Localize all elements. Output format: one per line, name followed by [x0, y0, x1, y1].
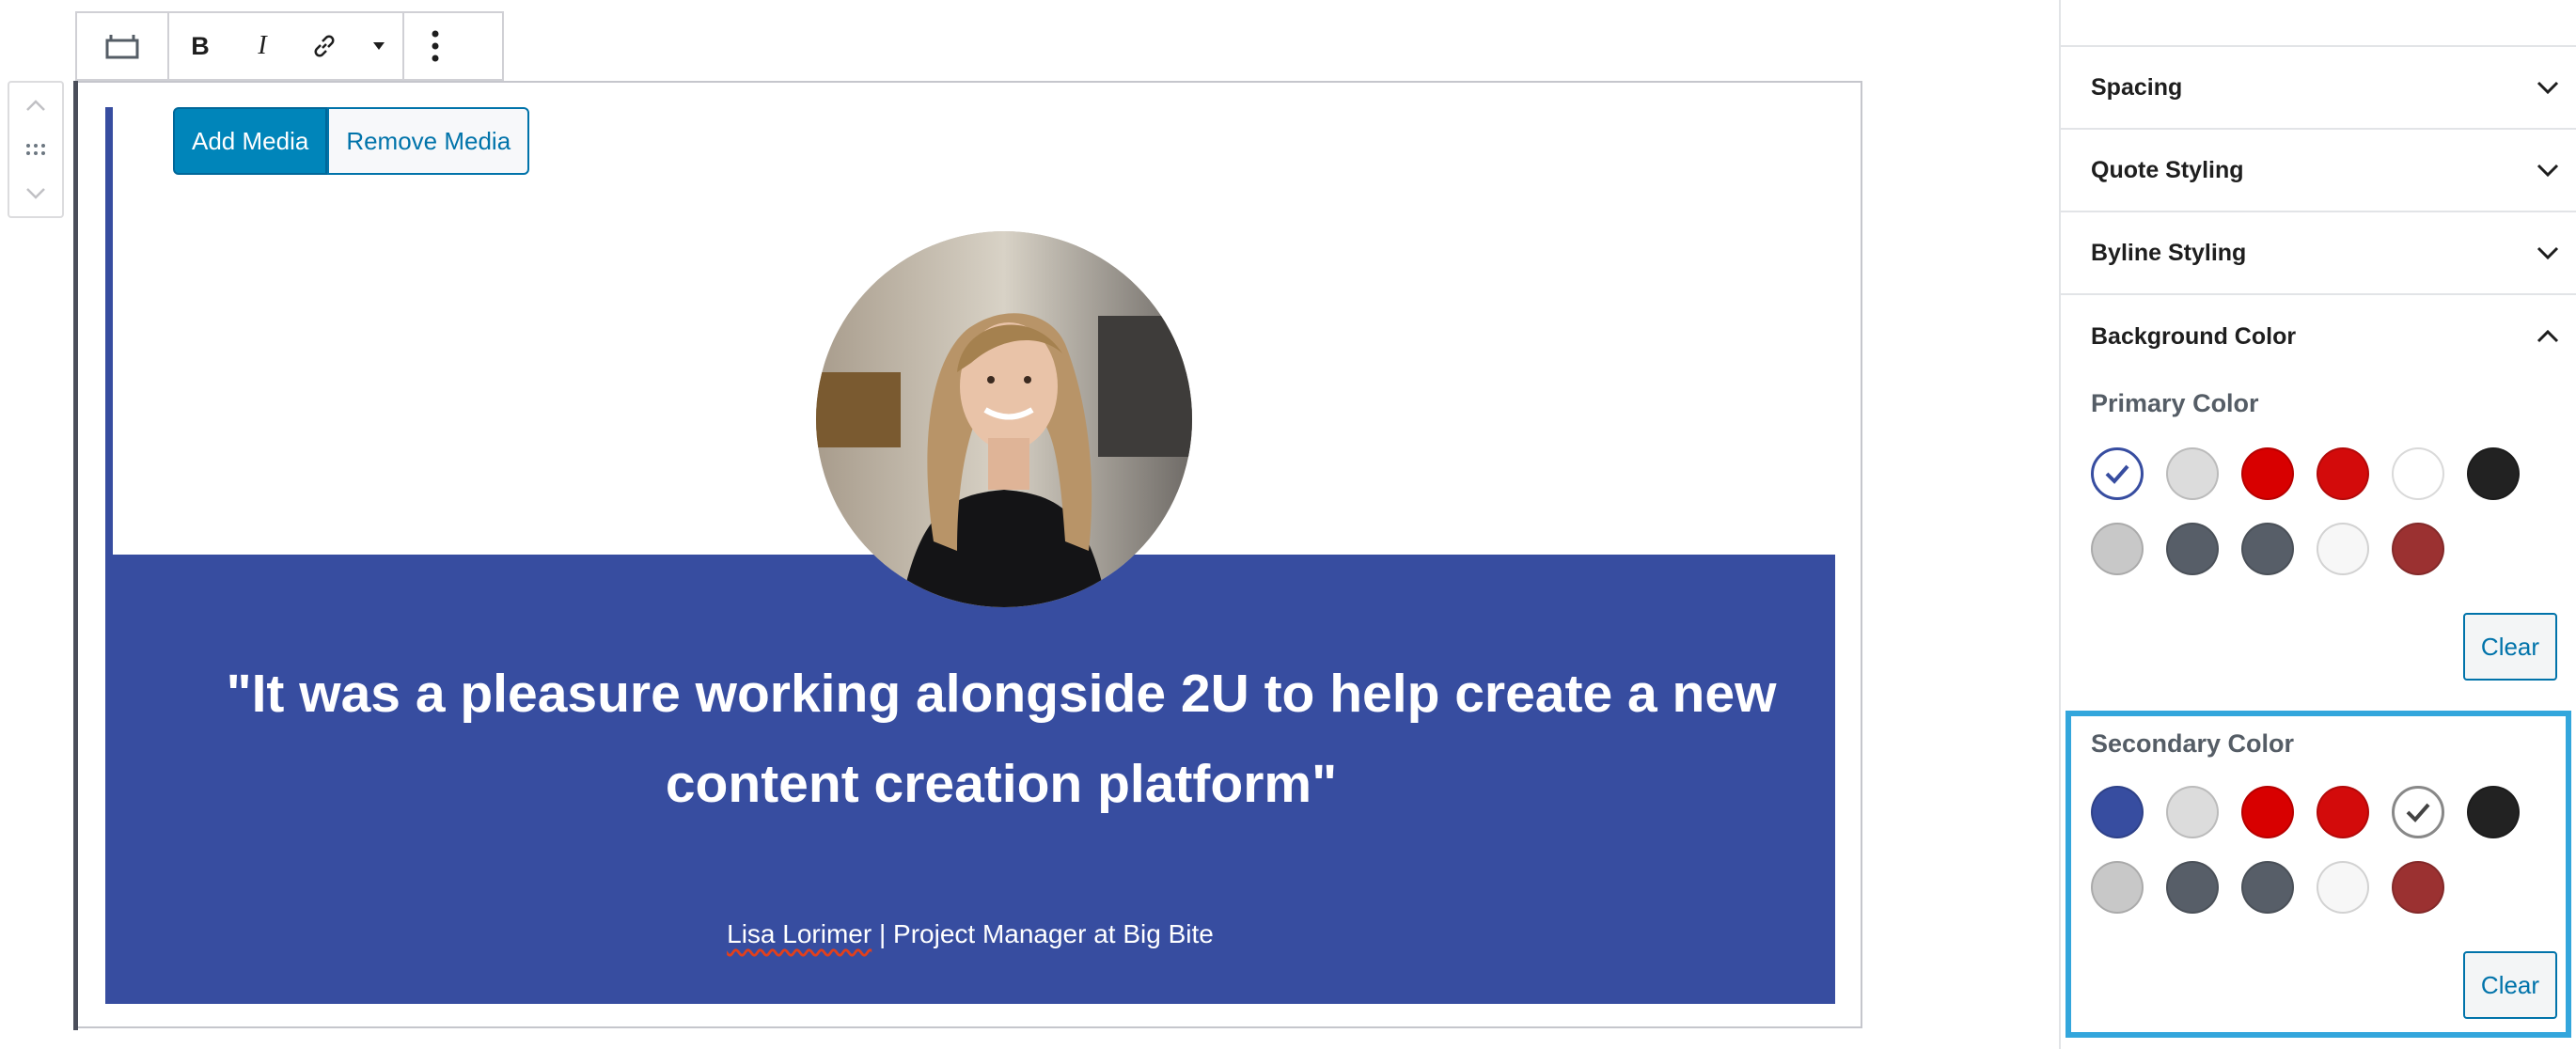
panel-spacing-label: Spacing [2091, 73, 2183, 101]
primary-color-swatch[interactable] [2317, 523, 2369, 575]
primary-color-swatch[interactable] [2317, 447, 2369, 500]
chevron-down-icon [2537, 81, 2559, 95]
panel-background-color[interactable]: Background Color [2061, 295, 2576, 378]
secondary-color-swatch[interactable] [2392, 786, 2444, 838]
secondary-color-swatch[interactable] [2241, 861, 2294, 914]
primary-color-swatch[interactable] [2091, 447, 2144, 500]
secondary-color-swatch[interactable] [2166, 786, 2219, 838]
chevron-down-icon [2537, 164, 2559, 178]
sidebar-top [2061, 0, 2576, 47]
byline-name: Lisa Lorimer [727, 919, 872, 948]
primary-color-swatch[interactable] [2241, 447, 2294, 500]
italic-button[interactable]: I [231, 13, 293, 79]
secondary-color-palette [2091, 786, 2520, 914]
chevron-up-icon [26, 99, 45, 111]
secondary-color-swatch[interactable] [2241, 786, 2294, 838]
secondary-color-swatch[interactable] [2467, 786, 2520, 838]
move-up-button[interactable] [17, 88, 55, 122]
drag-handle[interactable] [17, 133, 55, 166]
block-type-group [77, 13, 169, 79]
more-options-button[interactable] [404, 13, 466, 79]
checkmark-icon [2406, 803, 2430, 822]
secondary-color-swatch[interactable] [2392, 861, 2444, 914]
primary-color-swatch[interactable] [2241, 523, 2294, 575]
secondary-color-swatch[interactable] [2317, 861, 2369, 914]
panel-spacing[interactable]: Spacing [2061, 47, 2576, 130]
byline[interactable]: Lisa Lorimer | Project Manager at Big Bi… [105, 919, 1835, 949]
panel-background-color-label: Background Color [2091, 322, 2297, 350]
panel-quote-styling[interactable]: Quote Styling [2061, 130, 2576, 212]
italic-label: I [258, 31, 267, 60]
portrait-image [816, 231, 1192, 607]
media-buttons: Add Media Remove Media [173, 107, 530, 175]
secondary-color-swatch[interactable] [2091, 861, 2144, 914]
primary-color-swatch[interactable] [2166, 523, 2219, 575]
quote-accent-bar [105, 107, 113, 558]
link-button[interactable] [293, 13, 355, 79]
bold-button[interactable]: B [169, 13, 231, 79]
chevron-down-icon [26, 188, 45, 200]
primary-clear-button[interactable]: Clear [2463, 613, 2557, 681]
chevron-down-icon [2537, 246, 2559, 260]
secondary-color-swatch[interactable] [2317, 786, 2369, 838]
format-group: B I [169, 13, 404, 79]
panel-quote-styling-label: Quote Styling [2091, 156, 2244, 183]
checkmark-icon [2105, 464, 2129, 484]
more-formatting-button[interactable] [355, 13, 402, 79]
quote-text[interactable]: "It was a pleasure working alongside 2U … [141, 649, 1861, 829]
block-type-button[interactable] [77, 13, 167, 79]
vertical-ellipsis-icon [432, 30, 439, 62]
chevron-up-icon [2537, 329, 2559, 343]
panel-byline-styling[interactable]: Byline Styling [2061, 212, 2576, 295]
primary-color-swatch[interactable] [2166, 447, 2219, 500]
primary-color-swatch[interactable] [2392, 523, 2444, 575]
primary-color-palette [2091, 447, 2520, 575]
options-group [404, 13, 466, 79]
drag-handle-icon [26, 143, 45, 155]
secondary-color-swatch[interactable] [2166, 861, 2219, 914]
link-icon [314, 35, 335, 57]
primary-color-swatch[interactable] [2392, 447, 2444, 500]
remove-media-button[interactable]: Remove Media [327, 107, 530, 175]
primary-color-swatch[interactable] [2467, 447, 2520, 500]
caret-down-icon [373, 42, 385, 50]
block-mover [8, 81, 64, 218]
primary-color-swatch[interactable] [2091, 523, 2144, 575]
secondary-color-swatch[interactable] [2091, 786, 2144, 838]
primary-color-label: Primary Color [2091, 389, 2259, 417]
bold-label: B [191, 31, 210, 60]
avatar[interactable] [816, 231, 1192, 607]
block-toolbar: B I [75, 11, 504, 81]
move-down-button[interactable] [17, 177, 55, 211]
add-media-button[interactable]: Add Media [173, 107, 328, 175]
secondary-color-label: Secondary Color [2091, 729, 2295, 758]
byline-title: | Project Manager at Big Bite [872, 919, 1214, 948]
media-text-block-icon [105, 35, 139, 59]
panel-byline-styling-label: Byline Styling [2091, 239, 2247, 266]
secondary-clear-button[interactable]: Clear [2463, 951, 2557, 1019]
